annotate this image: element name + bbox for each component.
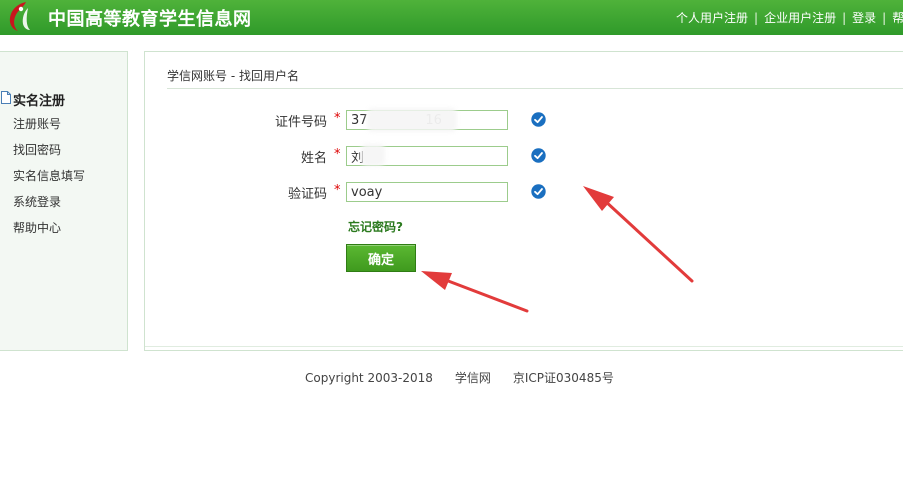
help-link-truncated[interactable]: 帮 xyxy=(892,11,903,25)
sidebar-title: 实名注册 xyxy=(13,94,66,109)
site-logo-icon[interactable] xyxy=(4,0,34,32)
footer-site: 学信网 xyxy=(454,371,491,385)
site-title: 中国高等教育学生信息网 xyxy=(48,9,252,30)
check-icon xyxy=(531,112,546,127)
forgot-password-link[interactable]: 忘记密码? xyxy=(348,218,403,235)
main-panel: 学信网账号 - 找回用户名 证件号码 * 姓名 * 验证码 * 忘记密码? 确定 xyxy=(144,51,903,351)
nav-separator: | xyxy=(754,11,759,25)
required-mark: * xyxy=(334,147,341,162)
submit-button[interactable]: 确定 xyxy=(346,244,416,272)
enterprise-register-link[interactable]: 企业用户注册 xyxy=(764,11,836,25)
nav-separator: | xyxy=(882,11,887,25)
captcha-label: 验证码 xyxy=(287,187,327,202)
name-label: 姓名 xyxy=(300,151,327,166)
sidebar-item-retrieve-password[interactable]: 找回密码 xyxy=(13,141,61,158)
sidebar-item-help-center[interactable]: 帮助中心 xyxy=(13,219,61,236)
breadcrumb: 学信网账号 - 找回用户名 xyxy=(167,69,299,83)
top-nav: 个人用户注册 | 企业用户注册 | 登录 | 帮 xyxy=(676,9,903,26)
required-mark: * xyxy=(334,111,341,126)
sidebar-item-register-account[interactable]: 注册账号 xyxy=(13,115,61,132)
document-icon xyxy=(1,91,11,104)
footer-icp: 京ICP证030485号 xyxy=(512,371,614,385)
redaction-blur xyxy=(367,108,457,132)
login-link[interactable]: 登录 xyxy=(852,11,876,25)
breadcrumb-divider xyxy=(167,88,903,89)
required-mark: * xyxy=(334,183,341,198)
footer: Copyright 2003-2018 学信网 京ICP证030485号 xyxy=(305,369,636,386)
captcha-input[interactable] xyxy=(346,182,508,202)
nav-separator: | xyxy=(842,11,847,25)
redaction-blur xyxy=(361,144,385,166)
check-icon xyxy=(531,184,546,199)
check-icon xyxy=(531,148,546,163)
footer-copyright: Copyright 2003-2018 xyxy=(305,371,433,385)
top-header: 中国高等教育学生信息网 个人用户注册 | 企业用户注册 | 登录 | 帮 xyxy=(0,0,903,35)
panel-bottom-rule xyxy=(145,346,903,347)
sidebar: 实名注册 注册账号 找回密码 实名信息填写 系统登录 帮助中心 xyxy=(0,51,128,351)
personal-register-link[interactable]: 个人用户注册 xyxy=(676,11,748,25)
sidebar-item-realname-info[interactable]: 实名信息填写 xyxy=(13,167,85,184)
sidebar-item-system-login[interactable]: 系统登录 xyxy=(13,193,61,210)
id-number-label: 证件号码 xyxy=(274,115,327,130)
